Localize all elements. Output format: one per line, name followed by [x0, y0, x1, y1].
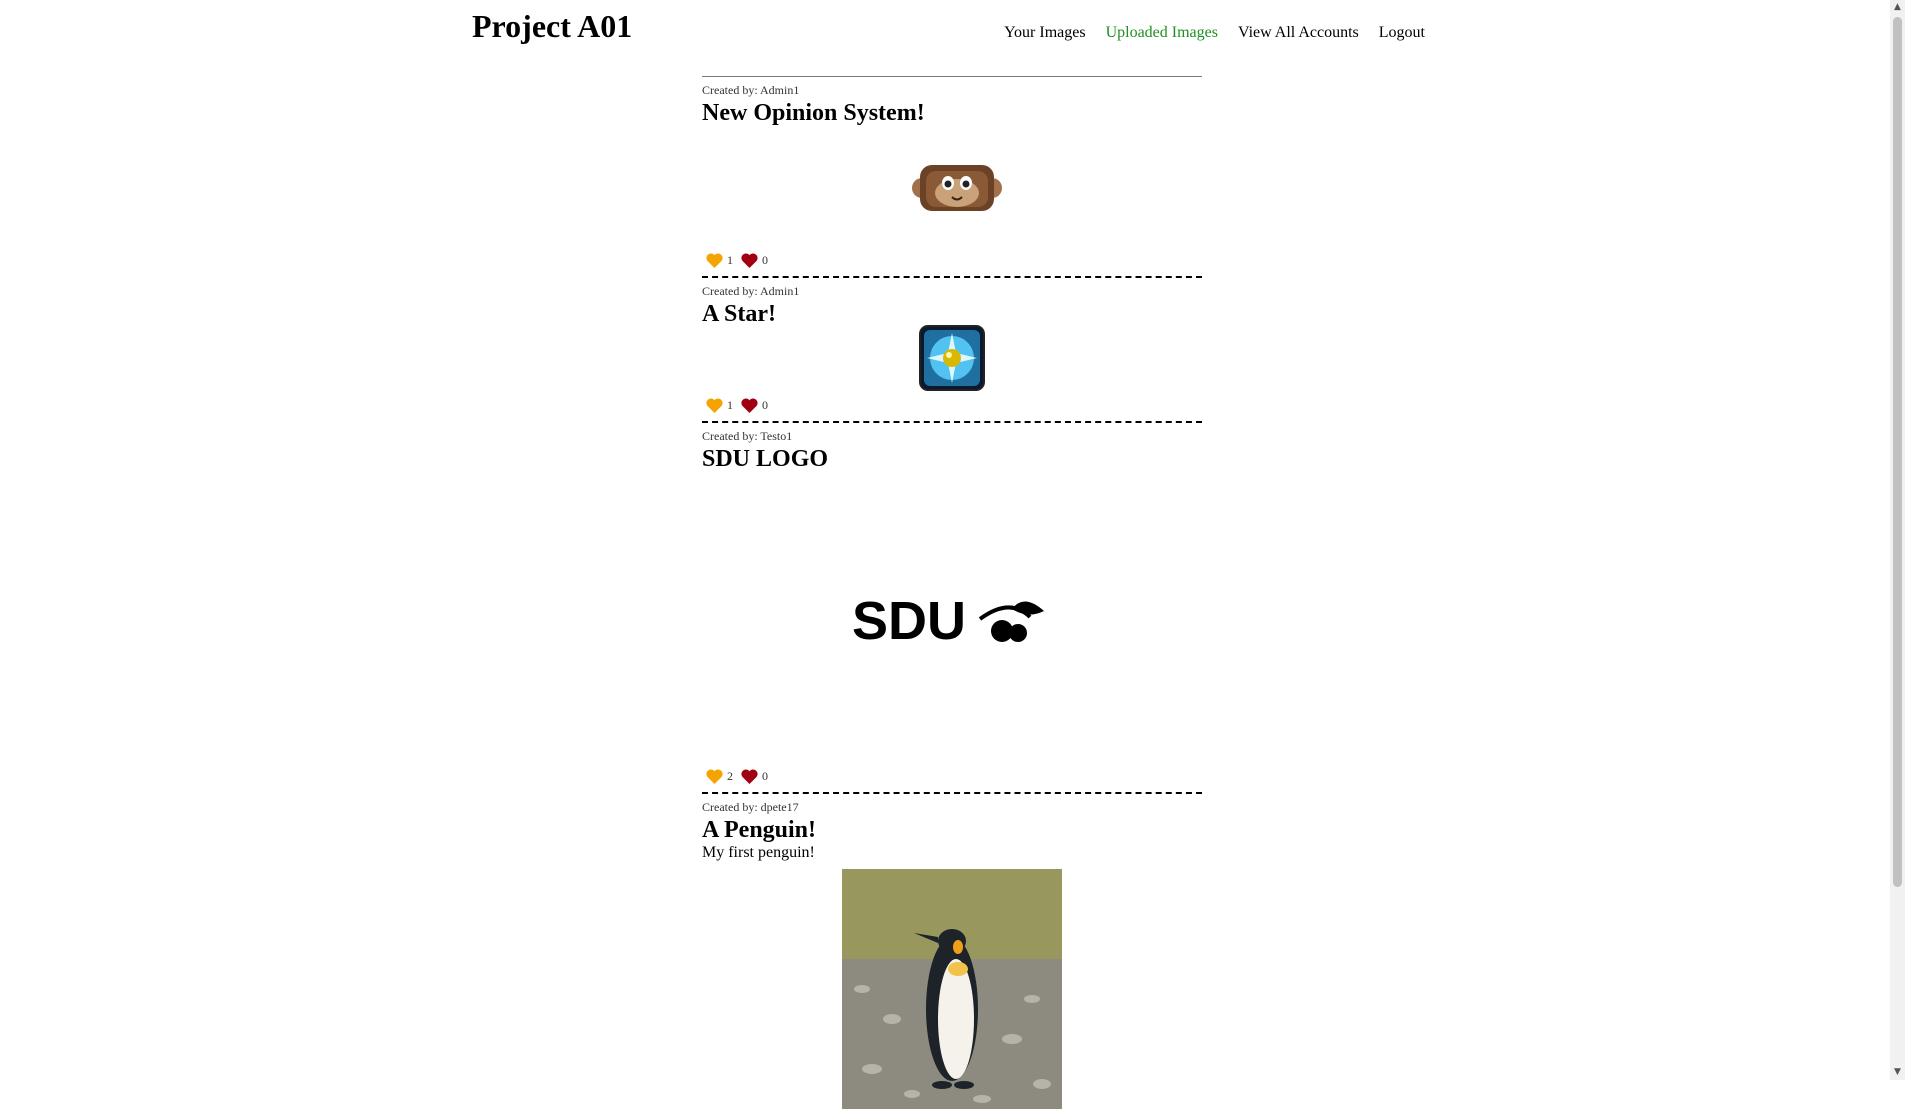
post-divider — [702, 421, 1202, 423]
nav-view-all-accounts[interactable]: View All Accounts — [1238, 24, 1359, 42]
dislike-button[interactable]: 0 — [741, 253, 768, 268]
post-image — [702, 323, 1202, 393]
post-card: Created by: Admin1 A Star! 1 0 — [702, 284, 1202, 423]
post-card: Created by: Testo1 SDU LOGO SDU 2 0 — [702, 429, 1202, 794]
rating-bar: 1 0 — [702, 393, 1202, 417]
dislike-count: 0 — [762, 252, 768, 267]
post-divider — [702, 276, 1202, 278]
heart-red-icon — [741, 768, 758, 784]
heart-red-icon — [741, 397, 758, 413]
dislike-count: 0 — [762, 768, 768, 783]
post-title: A Penguin! — [702, 817, 817, 843]
post-image — [702, 128, 1202, 248]
rating-bar: 2 0 — [702, 764, 1202, 788]
sdu-logo-text: SDU — [852, 591, 966, 649]
post-card: Created by: Admin1 New Opinion System! 1… — [702, 83, 1202, 278]
post-title: SDU LOGO — [702, 446, 829, 472]
heart-orange-icon — [706, 252, 723, 268]
scroll-down-arrow-icon[interactable]: ▼ — [1890, 1065, 1905, 1080]
heart-orange-icon — [706, 768, 723, 784]
like-button[interactable]: 1 — [706, 253, 733, 268]
dislike-button[interactable]: 0 — [741, 769, 768, 784]
nav-uploaded-images[interactable]: Uploaded Images — [1106, 24, 1218, 42]
scroll-thumb[interactable] — [1893, 17, 1902, 887]
nav-logout[interactable]: Logout — [1379, 24, 1425, 42]
site-header: Project A01 Your Images Uploaded Images … — [472, 6, 1425, 56]
divider — [702, 76, 1202, 77]
post-author: Created by: Testo1 — [702, 429, 793, 443]
nav-your-images[interactable]: Your Images — [1004, 24, 1085, 42]
rating-bar: 1 0 — [702, 248, 1202, 272]
post-author: Created by: Admin1 — [702, 83, 800, 97]
post-card: Created by: dpete17 A Penguin! My first … — [702, 800, 1202, 1109]
dislike-button[interactable]: 0 — [741, 398, 768, 413]
post-image — [702, 869, 1202, 1109]
main-nav: Your Images Uploaded Images View All Acc… — [1004, 24, 1425, 42]
post-description: My first penguin! — [702, 844, 815, 861]
star-gem-icon — [919, 325, 985, 391]
heart-red-icon — [741, 252, 758, 268]
monkey-avatar — [912, 165, 1002, 211]
like-button[interactable]: 2 — [706, 769, 733, 784]
site-title: Project A01 — [472, 8, 633, 44]
image-feed: Created by: Admin1 New Opinion System! 1… — [702, 76, 1202, 1109]
like-button[interactable]: 1 — [706, 398, 733, 413]
like-count: 2 — [727, 768, 733, 783]
dislike-count: 0 — [762, 397, 768, 412]
scroll-up-arrow-icon[interactable]: ▲ — [1890, 0, 1905, 15]
heart-orange-icon — [706, 397, 723, 413]
post-divider — [702, 792, 1202, 794]
post-title: New Opinion System! — [702, 100, 925, 126]
post-author: Created by: Admin1 — [702, 284, 800, 298]
like-count: 1 — [727, 397, 733, 412]
post-image: SDU — [702, 474, 1202, 764]
sdu-logo: SDU — [852, 591, 1044, 649]
like-count: 1 — [727, 252, 733, 267]
scrollbar[interactable]: ▲ ▼ — [1890, 0, 1905, 1080]
post-author: Created by: dpete17 — [702, 800, 799, 814]
page: Project A01 Your Images Uploaded Images … — [0, 0, 1905, 1109]
penguin-photo — [842, 869, 1062, 1109]
